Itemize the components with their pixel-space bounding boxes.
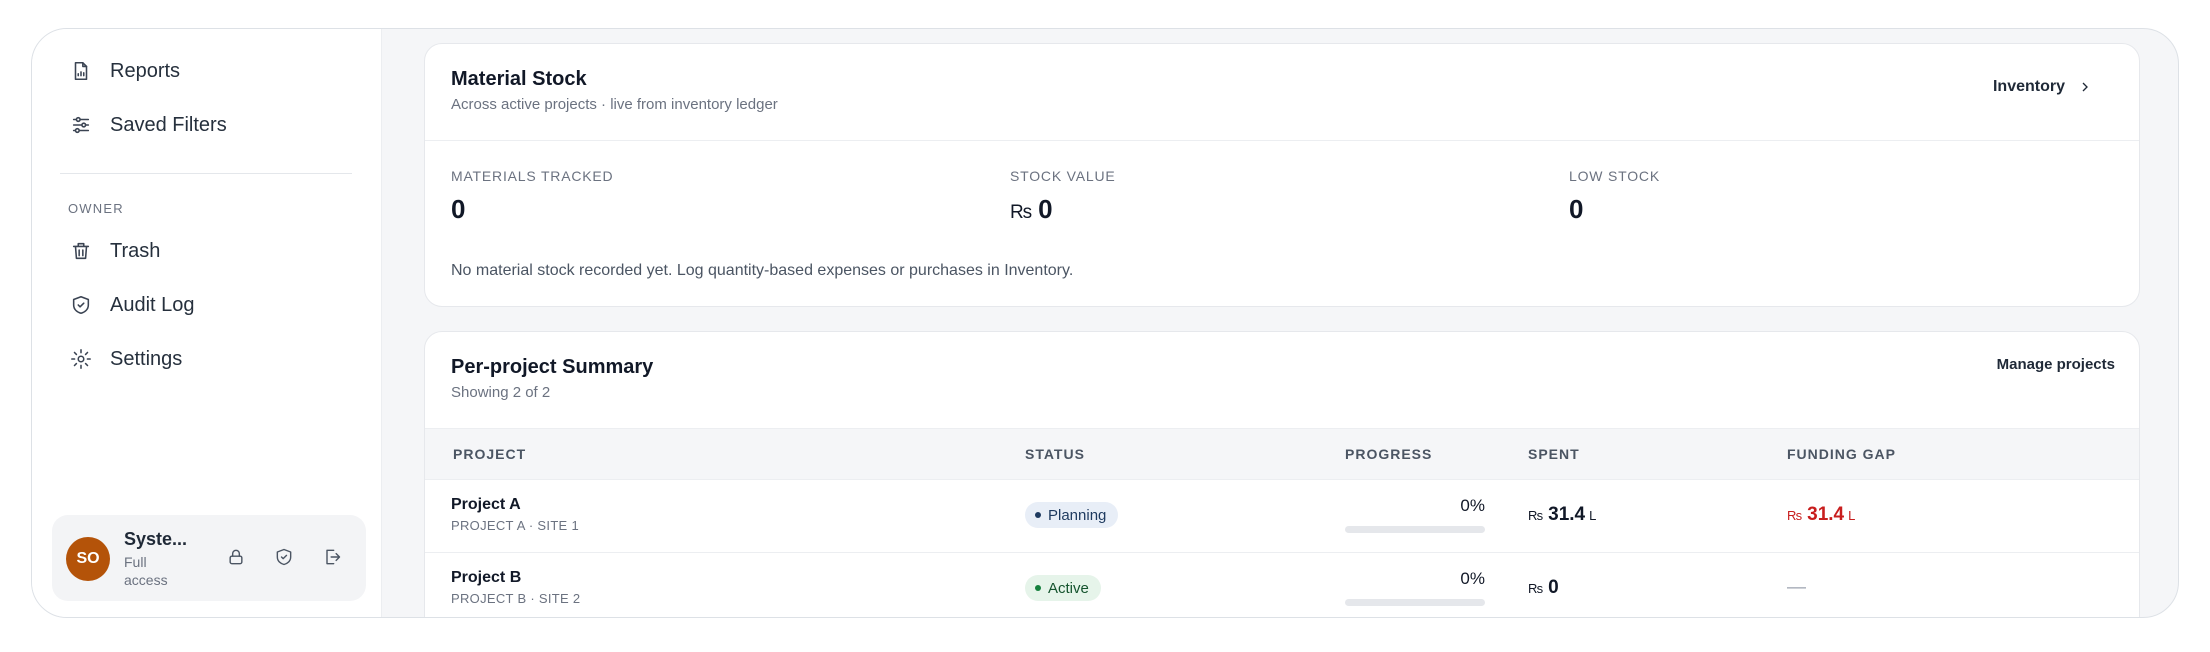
project-name[interactable]: Project B [451,569,521,587]
material-stock-title: Material Stock [451,68,587,90]
column-header-spent[interactable]: SPENT [1528,446,1580,462]
sidebar-item-audit-log[interactable]: Audit Log [68,285,195,325]
sidebar-item-saved-filters[interactable]: Saved Filters [68,105,227,145]
column-header-status[interactable]: STATUS [1025,446,1085,462]
column-header-progress[interactable]: PROGRESS [1345,446,1432,462]
sidebar-item-label: Reports [110,59,181,82]
project-name[interactable]: Project A [451,496,521,514]
project-summary-card: Per-project Summary Showing 2 of 2 Manag… [424,331,2140,617]
user-card: SO Syste... Full access [52,515,366,601]
stat-value-stock-value: ₨ 0 [1010,194,1053,224]
sidebar: Reports Saved Filters OWNER Trash Audit … [32,29,382,617]
funding-gap-empty: — [1787,577,1806,598]
project-site: PROJECT B · SITE 2 [451,591,581,606]
column-header-project[interactable]: PROJECT [453,446,526,462]
sidebar-item-label: Audit Log [110,293,195,316]
owner-section-label: OWNER [68,201,124,216]
sun-gear-icon [68,346,94,372]
shield-check-icon [68,292,94,318]
chevron-right-icon [2082,82,2088,92]
filters-icon [68,112,94,138]
sidebar-item-settings[interactable]: Settings [68,339,182,379]
table-row[interactable]: Project B PROJECT B · SITE 2 Active 0% ₨… [425,552,2139,617]
user-role: Full access [124,554,168,588]
report-icon [68,58,94,84]
table-header: PROJECT STATUS PROGRESS SPENT FUNDING GA… [425,428,2139,480]
card-divider [425,140,2139,141]
status-badge: Active [1025,575,1101,601]
sidebar-divider [60,173,352,174]
avatar[interactable]: SO [66,537,110,581]
progress-bar [1345,526,1485,533]
empty-stock-note: No material stock recorded yet. Log quan… [451,262,1074,279]
project-summary-title: Per-project Summary [451,356,654,378]
sidebar-item-trash[interactable]: Trash [68,231,160,271]
progress-bar [1345,599,1485,606]
spent-amount: ₨ 31.4 L [1528,504,1597,525]
stat-value-low-stock: 0 [1569,194,1584,224]
sidebar-item-label: Settings [110,347,183,370]
inventory-link[interactable]: Inventory [1993,78,2093,96]
stat-value-materials: 0 [451,194,466,224]
status-badge: Planning [1025,502,1119,528]
shield-icon[interactable] [272,545,296,569]
progress-percent: 0% [1460,569,1485,588]
progress-percent: 0% [1460,496,1485,515]
lock-icon[interactable] [224,545,248,569]
table-row[interactable]: Project A PROJECT A · SITE 1 Planning 0%… [425,480,2139,552]
sidebar-item-label: Trash [110,239,161,262]
app-window: Reports Saved Filters OWNER Trash Audit … [31,28,2179,618]
spent-amount: ₨ 0 [1528,577,1559,598]
manage-projects-link[interactable]: Manage projects [1997,356,2115,373]
trash-icon [68,238,94,264]
stat-label-low-stock: LOW STOCK [1569,168,1660,184]
user-name: Syste... [124,529,188,549]
project-site: PROJECT A · SITE 1 [451,518,579,533]
sidebar-item-label: Saved Filters [110,113,227,136]
project-summary-subtitle: Showing 2 of 2 [451,384,551,401]
stat-label-materials: MATERIALS TRACKED [451,168,614,184]
material-stock-card: Material Stock Across active projects · … [424,43,2140,307]
logout-icon[interactable] [320,545,344,569]
material-stock-subtitle: Across active projects · live from inven… [451,96,778,113]
funding-gap-amount: ₨ 31.4 L [1787,504,1856,525]
sidebar-item-reports[interactable]: Reports [68,51,180,91]
column-header-funding-gap[interactable]: FUNDING GAP [1787,446,1896,462]
stat-label-stock-value: STOCK VALUE [1010,168,1116,184]
